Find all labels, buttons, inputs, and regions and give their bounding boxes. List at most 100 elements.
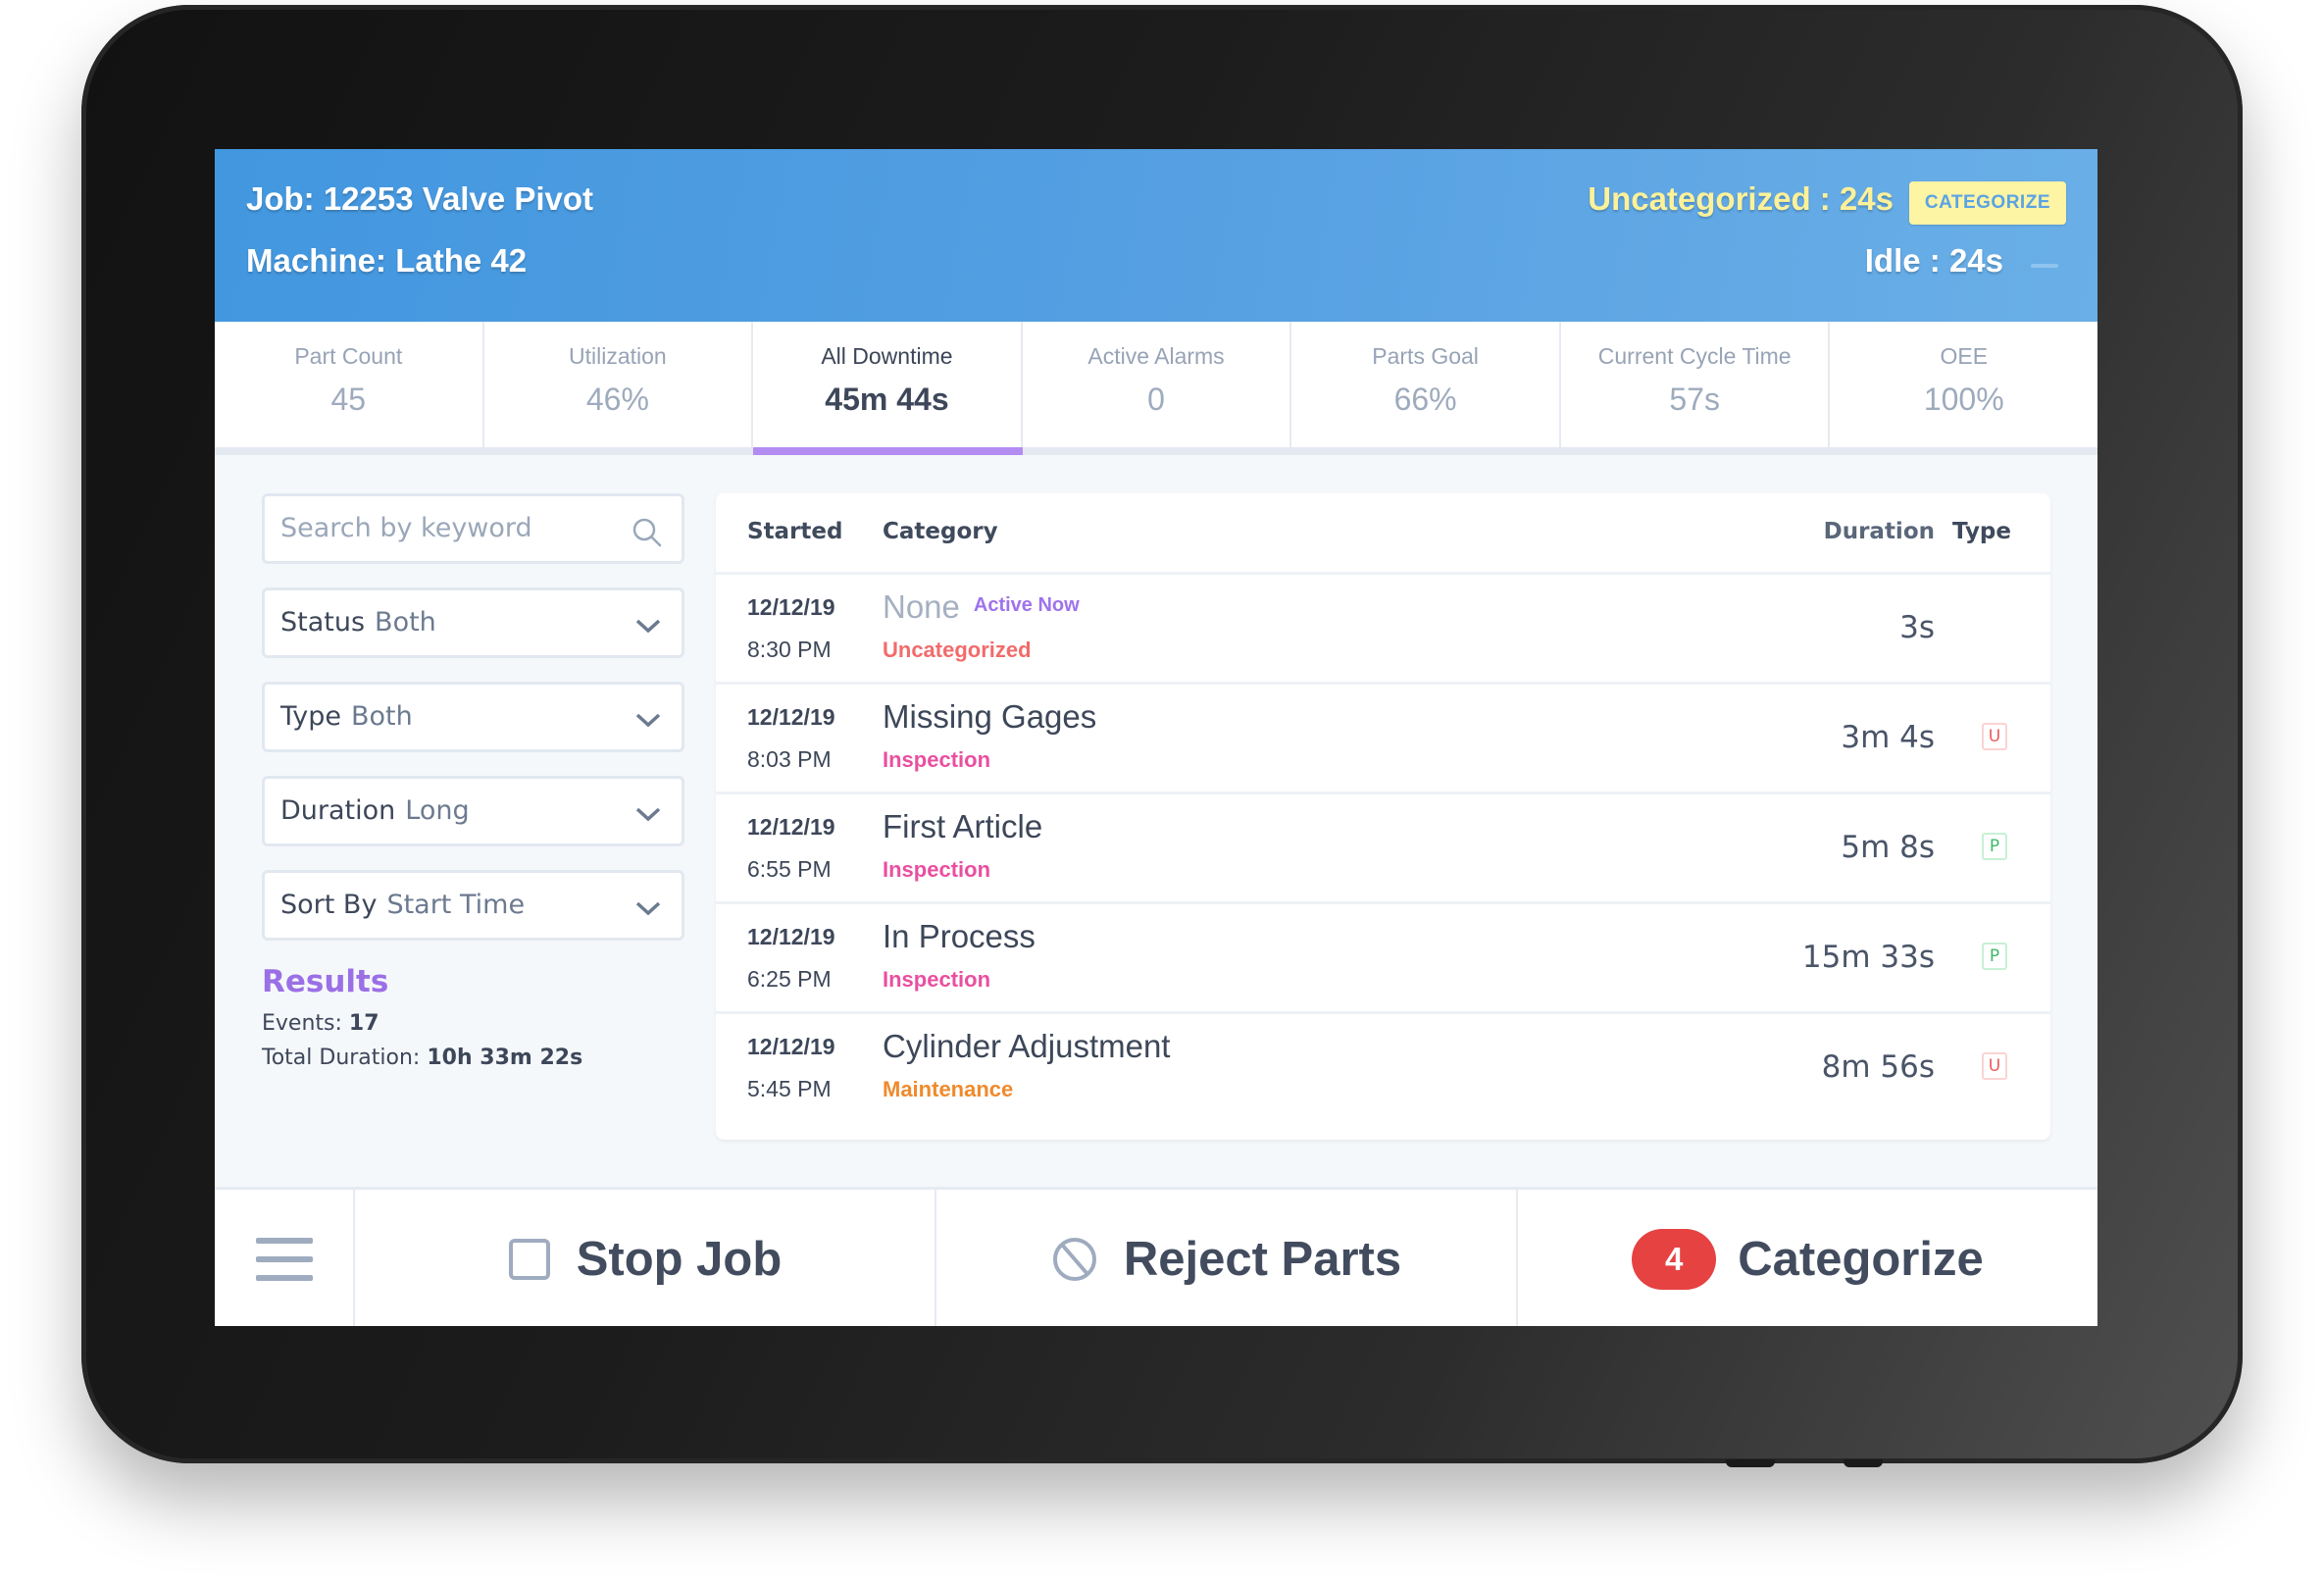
reject-parts-label: Reject Parts [1123,1233,1402,1286]
kpi-label: Utilization [569,343,667,369]
start-date: 12/12/19 [747,924,835,949]
kpi-label: All Downtime [821,343,953,369]
start-date: 12/12/19 [747,1034,835,1059]
column-duration[interactable]: Duration [1824,519,1935,544]
stop-job-label: Stop Job [576,1233,783,1286]
kpi-label: Active Alarms [1087,343,1225,369]
tab-parts-goal[interactable]: Parts Goal 66% [1291,322,1561,447]
search-placeholder: Search by keyword [280,513,532,543]
events-count: Events: 17 [262,1011,684,1036]
event-name: Missing Gages [883,698,1096,736]
table-row[interactable]: 12/12/19 6:25 PM In Process Inspection 15m 3… [716,904,2050,1014]
tab-oee[interactable]: OEE 100% [1830,322,2097,447]
uncategorized-time: Uncategorized : 24s [1588,180,1894,217]
downtime-table: Started Category Duration Type 12/12/19 8… [716,493,2050,1140]
start-time: 8:03 PM [747,746,832,772]
event-duration: 3m 4s [1841,720,1935,755]
search-input[interactable]: Search by keyword [262,493,684,564]
sort-by-select[interactable]: Sort By Start Time [262,870,684,941]
event-name: In Process [883,918,1036,955]
duration-value: Long [405,795,470,826]
event-name: None Active Now [883,588,1080,626]
prohibited-icon [1052,1238,1096,1281]
kpi-value: 45 [330,382,367,417]
kpi-value: 45m 44s [825,382,949,417]
kpi-label: Current Cycle Time [1597,343,1792,369]
start-time: 6:55 PM [747,856,832,882]
event-name-text: In Process [883,918,1036,954]
stop-square-icon [508,1239,550,1280]
uncategorized-count-badge: 4 [1632,1229,1717,1290]
type-badge: U [1982,723,2007,750]
device-foot [1844,1459,1883,1467]
event-name-text: Cylinder Adjustment [883,1028,1171,1064]
start-date: 12/12/19 [747,704,835,730]
type-label: Type [280,701,342,732]
column-category[interactable]: Category [883,519,998,544]
event-name-text: First Article [883,808,1043,844]
total-duration: Total Duration: 10h 33m 22s [262,1046,684,1070]
event-duration: 15m 33s [1801,940,1935,975]
screen: Job: 12253 Valve Pivot Machine: Lathe 42… [215,149,2097,1326]
table-row[interactable]: 12/12/19 6:55 PM First Article Inspection 5m… [716,794,2050,904]
tab-part-count[interactable]: Part Count 45 [215,322,484,447]
kpi-label: Part Count [294,343,403,369]
sort-by-value: Start Time [386,890,526,920]
bottom-action-bar: Stop Job Reject Parts 4 Categorize [215,1187,2097,1326]
tab-active-alarms[interactable]: Active Alarms 0 [1023,322,1292,447]
filters-panel: Search by keyword Status Both Type Both Du… [262,493,684,1080]
stop-job-button[interactable]: Stop Job [355,1190,936,1326]
column-type[interactable]: Type [1952,519,2011,544]
tab-current-cycle-time[interactable]: Current Cycle Time 57s [1561,322,1831,447]
hamburger-menu-icon [255,1238,313,1281]
type-value: Both [351,701,413,732]
start-date: 12/12/19 [747,814,835,840]
chevron-down-icon [635,713,661,728]
type-badge: P [1982,833,2007,860]
results-title: Results [262,964,389,999]
idle-dash-indicator [2031,264,2058,268]
start-time: 5:45 PM [747,1076,832,1101]
event-category: Inspection [883,747,991,772]
chevron-down-icon [635,807,661,822]
chevron-down-icon [635,901,661,916]
reject-parts-button[interactable]: Reject Parts [936,1190,1518,1326]
table-header: Started Category Duration Type [716,493,2050,575]
kpi-value: 66% [1393,382,1457,417]
event-duration: 5m 8s [1841,830,1935,865]
kpi-value: 46% [585,382,649,417]
start-time: 6:25 PM [747,966,832,992]
event-name-text: None [883,588,960,625]
table-row[interactable]: 12/12/19 8:03 PM Missing Gages Inspection 3m… [716,685,2050,794]
event-category: Inspection [883,857,991,882]
status-select[interactable]: Status Both [262,587,684,658]
header-bar: Job: 12253 Valve Pivot Machine: Lathe 42… [215,149,2097,322]
job-title: Job: 12253 Valve Pivot [246,180,594,217]
event-name: First Article [883,808,1042,845]
table-row[interactable]: 12/12/19 8:30 PM None Active Now Uncategoriz… [716,575,2050,685]
start-date: 12/12/19 [747,594,835,620]
column-started[interactable]: Started [747,519,842,544]
tab-all-downtime[interactable]: All Downtime 45m 44s [753,322,1023,455]
results-summary: Results Events: 17 Total Duration: 10h 3… [262,964,684,1070]
kpi-label: OEE [1940,343,1989,369]
duration-select[interactable]: Duration Long [262,776,684,846]
idle-time: Idle : 24s [1864,242,2003,279]
machine-title: Machine: Lathe 42 [246,242,528,279]
event-duration: 3s [1899,610,1935,645]
header-categorize-button[interactable]: CATEGORIZE [1908,181,2066,225]
tab-utilization[interactable]: Utilization 46% [484,322,754,447]
search-icon [632,518,662,547]
event-duration: 8m 56s [1821,1049,1935,1085]
table-row[interactable]: 12/12/19 5:45 PM Cylinder Adjustment Mainte… [716,1014,2050,1121]
duration-label: Duration [280,795,396,826]
menu-button[interactable] [215,1190,355,1326]
total-duration-label: Total Duration: [262,1046,421,1070]
events-value: 17 [348,1011,379,1036]
type-badge: P [1982,943,2007,970]
kpi-value: 100% [1923,382,2004,417]
total-duration-value: 10h 33m 22s [427,1046,583,1070]
kpi-value: 57s [1669,382,1720,417]
categorize-button[interactable]: 4 Categorize [1518,1190,2097,1326]
type-select[interactable]: Type Both [262,682,684,752]
